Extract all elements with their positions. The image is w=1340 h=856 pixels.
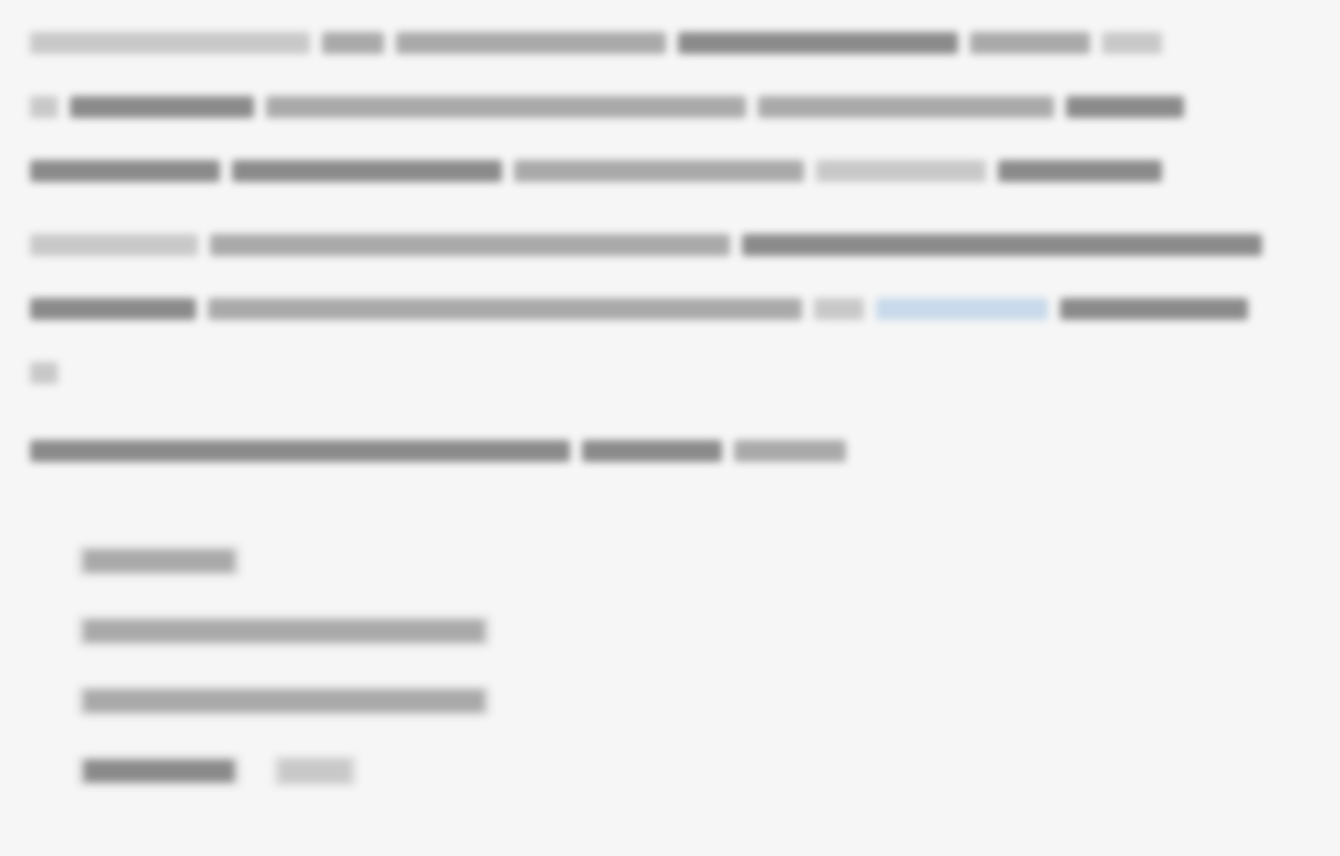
blurred-text: [816, 160, 986, 183]
blurred-text: [30, 160, 220, 183]
blurred-text: [30, 440, 570, 463]
blurred-text: [30, 362, 58, 385]
blurred-text: [280, 760, 350, 782]
blurred-text: [30, 234, 198, 257]
blurred-text: [734, 440, 846, 463]
blurred-text: [396, 32, 666, 55]
list-item: [78, 666, 1316, 736]
blurred-text: [266, 96, 746, 119]
document-body: [28, 10, 1316, 482]
blurred-text: [758, 96, 1054, 119]
list-item: [78, 596, 1316, 666]
text-line: [28, 10, 1316, 74]
paragraph-1: [28, 10, 1316, 202]
blurred-text: [1102, 32, 1162, 55]
text-line: [28, 276, 1316, 340]
inline-code: [78, 686, 490, 716]
text-line: [28, 340, 1316, 404]
blurred-text: [742, 234, 1262, 257]
blurred-text: [1066, 96, 1184, 119]
blurred-text: [208, 298, 802, 321]
blurred-text: [84, 550, 234, 572]
code-list: [78, 526, 1316, 806]
blurred-text: [514, 160, 804, 183]
blurred-text: [210, 234, 730, 257]
list-item: [78, 526, 1316, 596]
blurred-text: [678, 32, 958, 55]
blurred-text: [970, 32, 1090, 55]
blurred-text: [30, 96, 58, 119]
blurred-text: [84, 690, 484, 712]
document-page: [0, 0, 1340, 856]
blurred-text: [232, 160, 502, 183]
inline-code: [78, 756, 240, 786]
paragraph-3: [28, 418, 1316, 482]
blurred-text: [30, 32, 310, 55]
blurred-text: [84, 620, 484, 642]
text-line: [28, 212, 1316, 276]
blurred-text: [582, 440, 722, 463]
blurred-text: [84, 760, 234, 782]
blurred-text: [30, 298, 196, 321]
inline-code: [274, 756, 356, 786]
blurred-text: [998, 160, 1162, 183]
inline-code: [78, 616, 490, 646]
blurred-text: [1060, 298, 1248, 321]
inline-code: [78, 546, 240, 576]
text-line: [28, 138, 1316, 202]
paragraph-2: [28, 212, 1316, 404]
text-line: [28, 74, 1316, 138]
inline-link[interactable]: [876, 298, 1048, 321]
blurred-text: [322, 32, 384, 55]
list-item: [78, 736, 1316, 806]
blurred-text: [70, 96, 254, 119]
text-line: [28, 418, 1316, 482]
blurred-text: [814, 298, 864, 321]
